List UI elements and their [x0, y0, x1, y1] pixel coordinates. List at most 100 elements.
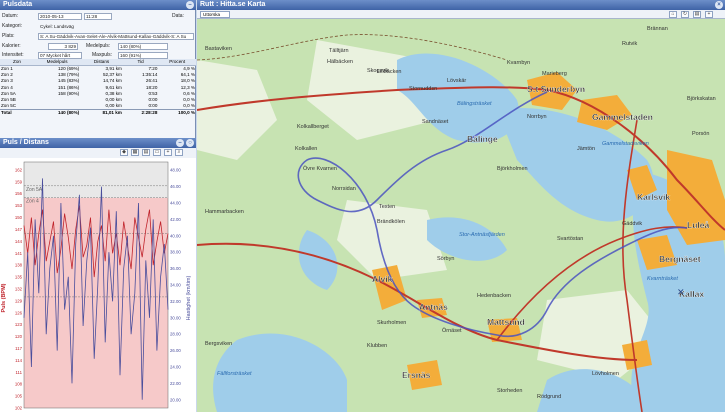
lake-label: Fällforsträsket	[217, 371, 252, 377]
collapse-icon[interactable]: –	[186, 1, 194, 9]
lake-label: Stor-Antnäsfjärden	[459, 232, 505, 238]
place-label: Hedenbacken	[477, 293, 511, 299]
town-label: Mattsund	[487, 317, 525, 327]
place-label: Skogsvik	[367, 68, 389, 74]
y2-tick-label: 24.00	[170, 365, 181, 370]
place-label: Lövholmen	[592, 371, 619, 377]
place-label: Brändkölen	[377, 219, 405, 225]
collapse-icon[interactable]: –	[176, 139, 184, 147]
y2-tick-label: 44.00	[170, 201, 181, 206]
place-label: Övre Kvarnen	[303, 165, 337, 172]
y-tick-label: 162	[15, 167, 23, 172]
zone-fill-upper	[24, 162, 168, 198]
y2-axis-label: Hastighet (km/tim)	[186, 276, 192, 321]
lake-label: Kvarnträsket	[647, 276, 678, 282]
y2-tick-label: 28.00	[170, 332, 181, 337]
settings-icon[interactable]: ○	[186, 139, 194, 147]
medelpuls-field[interactable]: 140 (80%)	[118, 42, 168, 50]
place-label: Skurholmen	[377, 320, 406, 326]
kalorier-label: Kalorier:	[2, 43, 21, 49]
y2-tick-label: 38.00	[170, 250, 181, 255]
datum-field[interactable]: 2010-05-13	[38, 12, 82, 20]
y2-tick-label: 36.00	[170, 266, 181, 271]
place-label: Bastaviken	[205, 46, 232, 52]
place-label: Norrbyn	[527, 114, 547, 120]
grid-icon[interactable]: ▦	[131, 149, 139, 156]
intensitet-select[interactable]: 07 Mycket hårt	[38, 51, 82, 59]
plats-field[interactable]: S: A Su-Gäddvik-Avan-Selet-Ale-Alvik-Mat…	[38, 32, 194, 40]
kategori-value[interactable]: Cykel: Landsväg	[38, 23, 192, 30]
y-tick-label: 123	[15, 322, 23, 327]
place-label: Rutvik	[622, 41, 638, 47]
data-label: Data:	[172, 13, 184, 19]
zone-label: Zon 4	[26, 199, 39, 205]
place-label: Hammarbacken	[205, 209, 244, 215]
y-tick-label: 102	[15, 406, 23, 411]
print-icon[interactable]: ▭	[153, 149, 161, 156]
y-tick-label: 159	[15, 179, 23, 184]
zone-total-row: Total 140 (80%) 81,01 km 2:28:28 100,0 %	[0, 108, 196, 116]
y-tick-label: 132	[15, 286, 23, 291]
zone-cell: 100,0 %	[158, 108, 196, 116]
zoom-out-icon[interactable]: ⌕	[175, 149, 183, 156]
y2-tick-label: 32.00	[170, 299, 181, 304]
town-label: Alvik	[372, 274, 393, 284]
town-label: Karlsvik	[637, 192, 670, 202]
maxpuls-field[interactable]: 160 (91%)	[118, 51, 168, 59]
plats-label: Plats:	[2, 33, 15, 39]
y-tick-label: 141	[15, 251, 23, 256]
place-label: Bergsviken	[205, 341, 232, 347]
y-tick-label: 120	[15, 334, 23, 339]
zone-cell: 140 (80%)	[34, 108, 81, 116]
y2-tick-label: 20.00	[170, 397, 181, 402]
intensitet-row: Intensitet: 07 Mycket hårt Maxpuls: 160 …	[2, 51, 196, 59]
place-label: Storheden	[497, 388, 522, 394]
y-tick-label: 117	[15, 346, 22, 351]
chart-title-text: Puls / Distans	[3, 139, 49, 146]
zone-table: Zon Medelpuls Distans Tid Procent Zon 1 120 (…	[0, 59, 196, 116]
place-label: Jämtön	[577, 146, 595, 152]
place-label: Lövskär	[447, 78, 466, 84]
town-label: Luleå	[687, 220, 709, 230]
intensitet-label: Intensitet:	[2, 52, 24, 58]
chart-toolbar: ◆ ▦ ▤ ▭ + ⌕	[0, 148, 196, 158]
place-label: Texten	[379, 204, 395, 210]
time-field[interactable]: 11:28	[84, 12, 112, 20]
town-label: Ersnäs	[402, 370, 431, 380]
place-label: Gäddvik	[622, 221, 642, 227]
place-label: Stornuddsn	[409, 86, 437, 92]
y2-tick-label: 22.00	[170, 381, 181, 386]
airport-icon: ✕	[677, 288, 685, 298]
y-tick-label: 147	[15, 227, 23, 232]
export-icon[interactable]: ▤	[142, 149, 150, 156]
place-label: Björkskatan	[687, 96, 716, 102]
y-tick-label: 114	[15, 358, 22, 363]
y-tick-label: 111	[15, 370, 22, 375]
y-tick-label: 126	[15, 310, 23, 315]
place-label: Sandnäset	[422, 119, 449, 125]
pulse-distance-title: Puls / Distans – ○	[0, 138, 196, 148]
y-tick-label: 129	[15, 298, 23, 303]
place-label: Norrsidan	[332, 186, 356, 192]
place-label: Hälbäcken	[327, 59, 353, 65]
place-label: Kvarnbyn	[507, 60, 530, 66]
y-tick-label: 144	[15, 239, 23, 244]
pulse-distance-pane: Puls / Distans – ○ ◆ ▦ ▤ ▭ + ⌕ Zon 5A Zon…	[0, 138, 196, 412]
place-label: Svartöstan	[557, 236, 583, 242]
kalorier-field[interactable]: 3 829	[48, 42, 78, 50]
zone-cell: 2:28:28	[122, 108, 159, 116]
place-label: Björkholmen	[497, 166, 528, 172]
pointer-icon[interactable]: ◆	[120, 149, 128, 156]
lake-label: Bälingsträsket	[457, 101, 492, 107]
town-label: Bälinge	[467, 134, 498, 144]
zoom-in-icon[interactable]: +	[164, 149, 172, 156]
town-label: Gammelstaden	[592, 112, 653, 122]
pulse-chart[interactable]: Zon 5A Zon 4 162 159 156 153 150 147 144 141 138 13…	[0, 158, 196, 412]
datum-row: Datum: 2010-05-13 11:28 Data:	[2, 12, 196, 20]
y2-tick-label: 40.00	[170, 233, 181, 238]
y-tick-label: 135	[15, 275, 23, 280]
place-label: Brännan	[647, 26, 668, 32]
route-map[interactable]: S:t Sunderbyn Gammelstaden Luleå Bergnäset K…	[197, 0, 725, 412]
maxpuls-label: Maxpuls:	[92, 52, 113, 58]
place-label: Marieberg	[542, 71, 567, 77]
